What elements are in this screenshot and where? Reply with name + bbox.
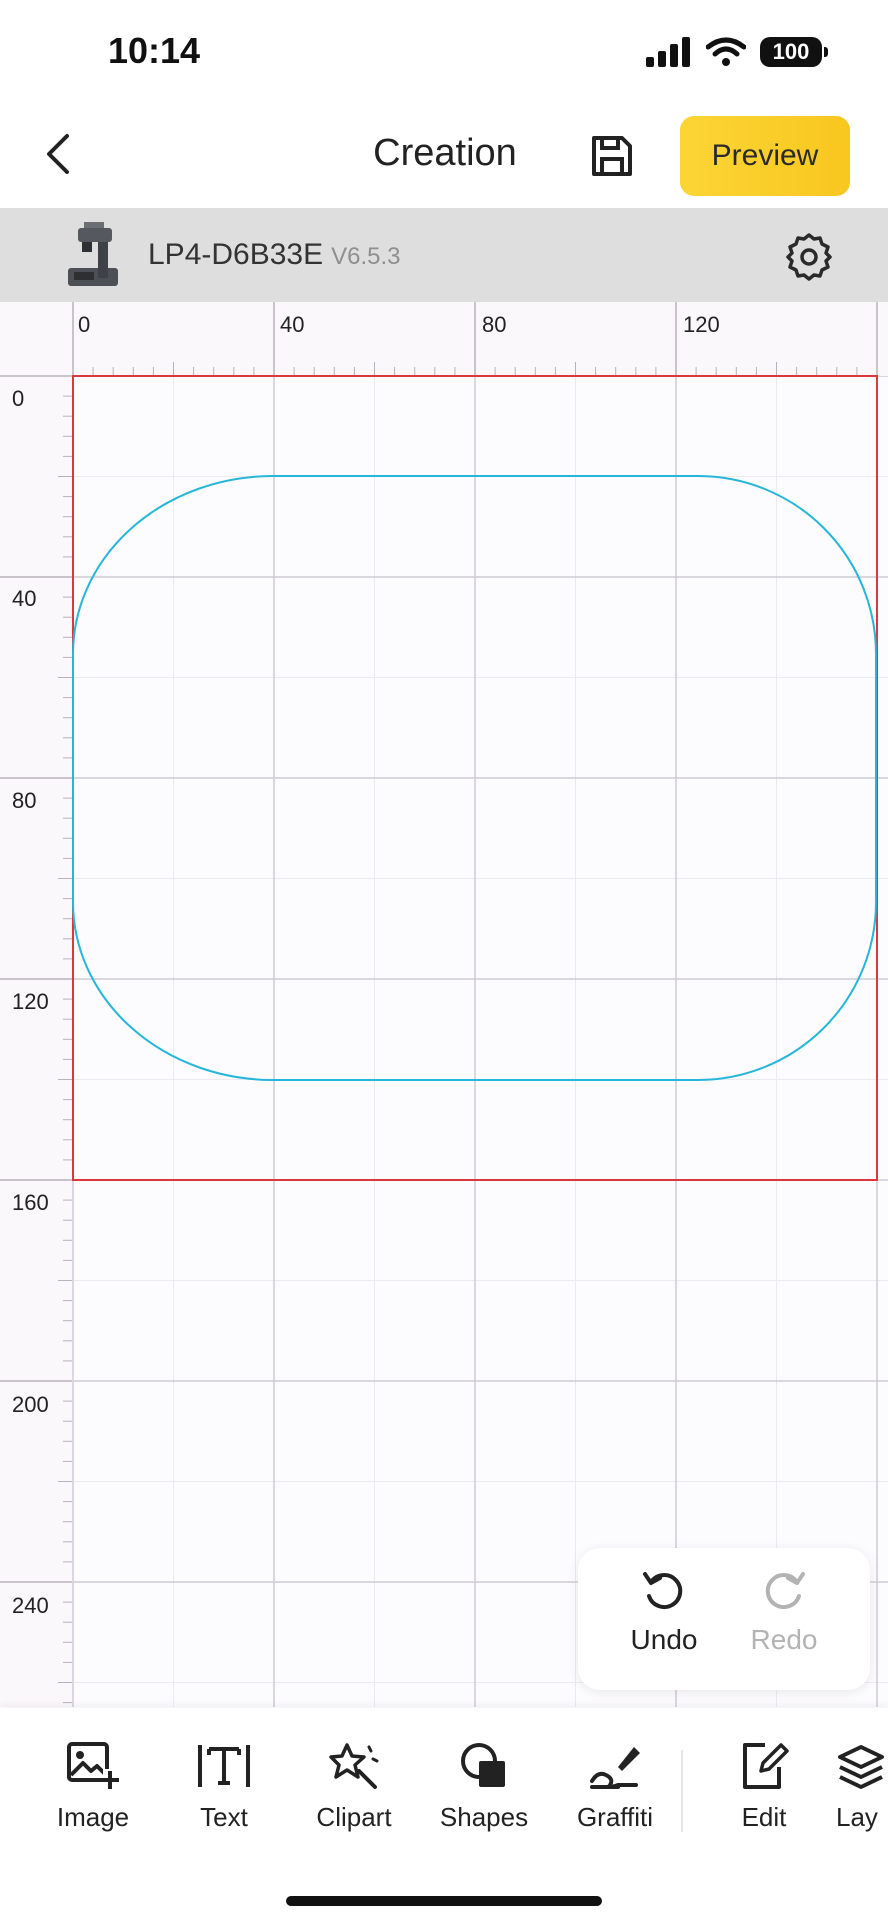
device-bar: LP4-D6B33E V6.5.3: [0, 208, 888, 302]
tool-graffiti-button[interactable]: Graffiti: [555, 1738, 675, 1833]
clipart-icon: [329, 1743, 379, 1789]
design-canvas[interactable]: 0 40 80 120 0 40 80 120 160 200 240: [0, 302, 888, 1707]
text-icon: [198, 1745, 250, 1787]
status-icons: 100: [646, 34, 828, 70]
settings-button[interactable]: [782, 230, 836, 284]
undo-button[interactable]: Undo: [604, 1566, 724, 1676]
tool-label: Shapes: [439, 1802, 529, 1832]
home-indicator: [286, 1896, 602, 1906]
toolbar-divider: [681, 1750, 683, 1832]
tool-label: Edit: [741, 1802, 787, 1832]
preview-button[interactable]: Preview: [680, 116, 850, 196]
image-add-icon: [67, 1742, 119, 1789]
tool-text-button[interactable]: Text: [164, 1738, 284, 1833]
redo-button[interactable]: Redo: [724, 1566, 844, 1676]
bottom-toolbar: Image Text Clipart Shapes Graffiti Edit …: [0, 1708, 888, 1920]
undo-icon: [643, 1572, 683, 1610]
work-area-layer: [72, 375, 878, 1181]
nav-bar: Creation Preview: [0, 100, 888, 208]
gear-icon: [786, 233, 832, 281]
save-button[interactable]: [586, 130, 638, 182]
save-icon: [592, 136, 632, 176]
shapes-icon: [461, 1743, 505, 1787]
graffiti-icon: [590, 1747, 640, 1789]
device-model: LP4-D6B33E: [148, 238, 324, 271]
tool-shapes-button[interactable]: Shapes: [424, 1738, 544, 1833]
rounded-rectangle-shape[interactable]: [72, 475, 877, 1081]
redo-icon: [765, 1572, 805, 1610]
status-time: 10:14: [108, 30, 201, 71]
status-bar: 10:14 100: [0, 0, 888, 100]
tool-layers-button[interactable]: Lay: [836, 1738, 888, 1833]
history-panel: Undo Redo: [578, 1548, 870, 1690]
tool-label: Lay: [836, 1802, 878, 1832]
layers-icon: [838, 1745, 884, 1789]
redo-label: Redo: [750, 1624, 818, 1655]
cellular-signal-icon: [646, 37, 690, 67]
laser-engraver-image: [68, 222, 118, 286]
page-title: Creation: [373, 132, 517, 174]
back-button[interactable]: [30, 126, 86, 182]
battery-level: 100: [772, 39, 810, 64]
tool-edit-button[interactable]: Edit: [704, 1738, 824, 1833]
tool-label: Clipart: [316, 1802, 392, 1832]
battery-icon: 100: [760, 37, 828, 67]
tool-label: Graffiti: [576, 1802, 654, 1832]
work-area-border: [72, 375, 878, 1181]
edit-icon: [743, 1743, 789, 1789]
chevron-left-icon: [47, 134, 69, 174]
tool-label: Text: [200, 1802, 248, 1832]
undo-label: Undo: [630, 1624, 698, 1655]
firmware-version: V6.5.3: [331, 243, 401, 270]
wifi-icon: [706, 37, 746, 66]
device-name: LP4-D6B33E V6.5.3: [148, 238, 401, 272]
tool-label: Image: [56, 1802, 130, 1832]
tool-clipart-button[interactable]: Clipart: [294, 1738, 414, 1833]
tool-image-button[interactable]: Image: [33, 1738, 153, 1833]
